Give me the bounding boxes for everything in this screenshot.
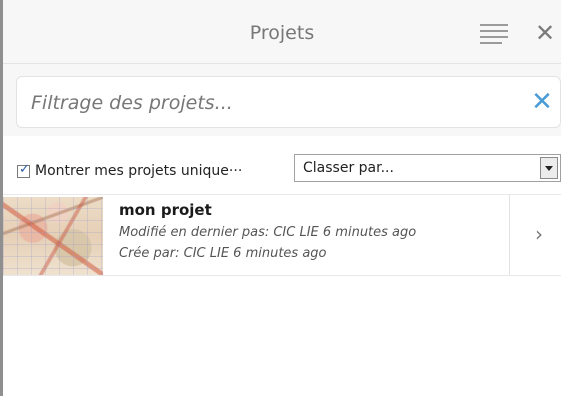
only-mine-label: Montrer mes projets unique··· (35, 163, 243, 179)
filter-box: ✕ (16, 76, 561, 128)
hamburger-menu-icon[interactable] (480, 24, 508, 46)
only-mine-checkbox[interactable] (17, 162, 30, 178)
project-name: mon projet (119, 201, 212, 219)
filter-area: ✕ (3, 64, 561, 136)
project-modified-info: Modifié en dernier pas: CIC LIE 6 minute… (119, 225, 417, 240)
sort-select-value: Classer par... (303, 160, 394, 176)
panel-title: Projets (249, 22, 315, 44)
close-icon[interactable]: ✕ (533, 18, 557, 48)
options-row: Montrer mes projets unique··· Classer pa… (3, 136, 561, 192)
project-created-info: Crée par: CIC LIE 6 minutes ago (119, 246, 327, 261)
project-map-thumbnail (3, 197, 103, 275)
sort-select[interactable]: Classer par... (294, 154, 561, 182)
dropdown-arrow-icon[interactable] (540, 157, 558, 179)
project-list-item[interactable]: mon projet Modifié en dernier pas: CIC L… (3, 194, 561, 276)
projects-panel: Projets ✕ ✕ Montrer mes projets unique··… (0, 0, 561, 396)
panel-header: Projets ✕ (3, 0, 561, 64)
item-divider (509, 195, 510, 275)
only-mine-option[interactable]: Montrer mes projets unique··· (17, 162, 242, 180)
clear-filter-icon[interactable]: ✕ (527, 85, 557, 119)
chevron-right-icon[interactable]: › (525, 219, 553, 249)
filter-input[interactable] (31, 89, 501, 117)
